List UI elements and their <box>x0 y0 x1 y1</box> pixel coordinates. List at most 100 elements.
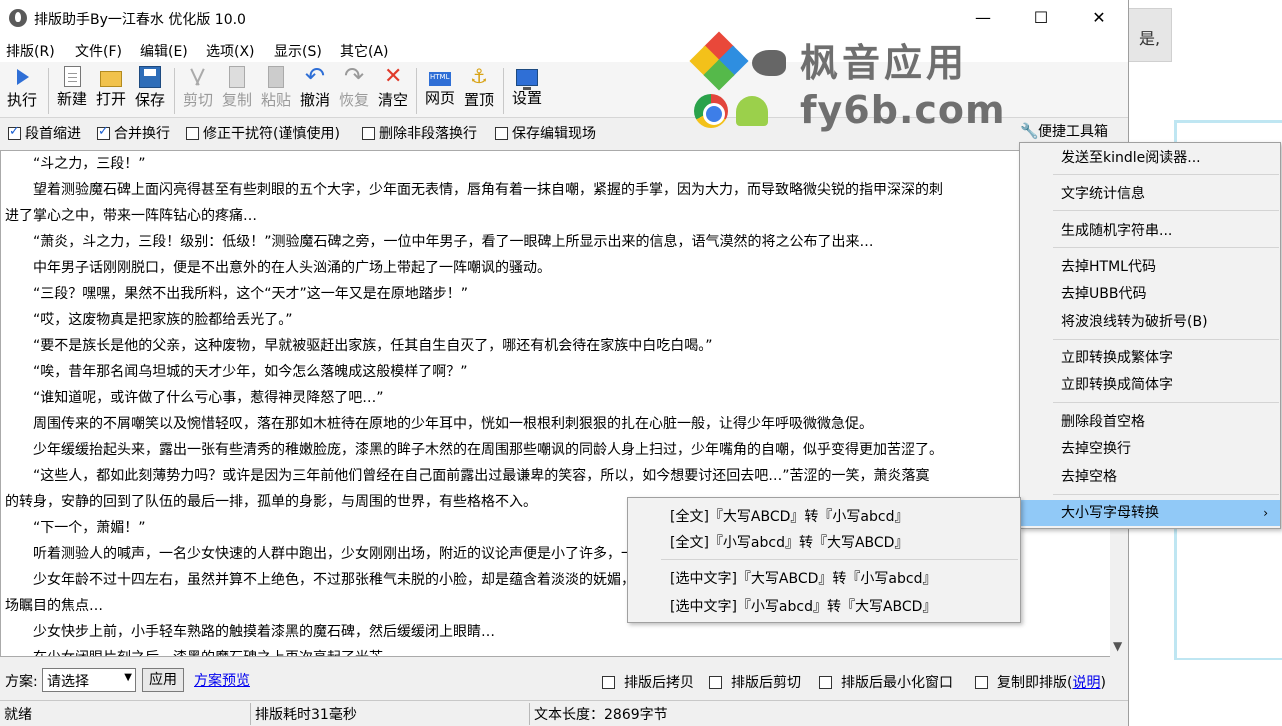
menu-separator <box>1053 174 1279 175</box>
option-label: 删除非段落换行 <box>379 126 477 142</box>
chevron-down-icon[interactable]: ▼ <box>1113 639 1122 653</box>
editor-line: 望着测验魔石碑上面闪亮得甚至有些刺眼的五个大字，少年面无表情，唇角有着一抹自嘲，… <box>5 182 943 198</box>
editor-line: 进了掌心之中，带来一阵阵钻心的疼痛… <box>5 208 257 224</box>
option-delete-nonparagraph-checkbox[interactable]: 删除非段落换行 <box>362 123 477 143</box>
menu-options[interactable]: 选项(X) <box>206 41 255 61</box>
checkbox-label: 排版后最小化窗口 <box>841 675 953 691</box>
editor-line: 中年男子话刚刚脱口，便是不出意外的在人头汹涌的广场上带起了一阵嘲讽的骚动。 <box>5 260 551 276</box>
watermark-name: 枫音应用 <box>800 41 969 85</box>
apply-button[interactable]: 应用 <box>142 668 184 692</box>
redo-button[interactable]: 恢复 <box>336 62 372 116</box>
clear-icon <box>382 64 404 89</box>
minimize-button[interactable]: — <box>954 0 1012 36</box>
menu-item-to-simplified[interactable]: 立即转换成简体字 <box>1020 372 1280 398</box>
submenu-all-upper-to-lower[interactable]: [全文]『大写ABCD』转『小写abcd』 <box>670 506 908 526</box>
copy-after-typeset-checkbox[interactable]: 排版后拷贝 <box>602 672 694 692</box>
editor-line: “哎，这废物真是把家族的脸都给丢光了。” <box>5 312 293 328</box>
desktop-card-text: 是, <box>1139 29 1161 48</box>
menu-item-send-kindle[interactable]: 发送至kindle阅读器... <box>1020 145 1280 171</box>
quick-tools-button[interactable]: 🔧便捷工具箱 <box>1020 121 1108 141</box>
save-button[interactable]: 保存 <box>132 66 168 116</box>
checkbox-icon <box>362 127 375 140</box>
scheme-preview-link[interactable]: 方案预览 <box>194 670 250 690</box>
scheme-select[interactable]: 请选择 ▼ <box>42 668 136 692</box>
help-link[interactable]: 说明 <box>1072 675 1100 691</box>
new-button[interactable]: 新建 <box>54 66 90 116</box>
option-fix-interference-checkbox[interactable]: 修正干扰符(谨慎使用) <box>186 123 340 143</box>
menu-item-tilde-to-dash[interactable]: 将波浪线转为破折号(B) <box>1020 309 1280 335</box>
cut-button[interactable]: 剪切 <box>180 66 216 116</box>
menu-separator <box>661 559 1018 560</box>
open-button[interactable]: 打开 <box>93 66 129 116</box>
checkbox-icon <box>819 676 832 689</box>
scheme-label: 方案: <box>5 674 38 690</box>
checkbox-label: 复制即排版( <box>997 675 1073 691</box>
menu-item-remove-spaces[interactable]: 去掉空格 <box>1020 464 1280 490</box>
menu-item-case-convert[interactable]: 大小写字母转换 › <box>1020 500 1280 526</box>
pin-top-button[interactable]: 置顶 <box>461 64 497 116</box>
copy-label: 复制 <box>221 91 252 109</box>
scheme-bar: 方案: 请选择 ▼ 应用 方案预览 排版后拷贝 排版后剪切 排版后最小化窗口 复制… <box>0 662 1128 698</box>
option-merge-lines-checkbox[interactable]: 合并换行 <box>97 123 170 143</box>
menu-separator <box>1053 247 1279 248</box>
app-logo-icon <box>9 9 27 27</box>
quick-tools-label: 便捷工具箱 <box>1038 124 1108 140</box>
undo-button[interactable]: 撤消 <box>297 62 333 116</box>
paste-label: 粘贴 <box>260 91 291 109</box>
checkbox-icon <box>975 676 988 689</box>
status-divider <box>529 703 530 725</box>
submenu-selection-lower-to-upper[interactable]: [选中文字]『小写abcd』转『大写ABCD』 <box>670 596 936 616</box>
menu-file[interactable]: 文件(F) <box>75 41 122 61</box>
html-icon <box>429 72 451 86</box>
quick-tools-menu: 发送至kindle阅读器... 文字统计信息 生成随机字符串... 去掉HTML… <box>1019 142 1281 529</box>
cut-after-typeset-checkbox[interactable]: 排版后剪切 <box>709 672 801 692</box>
new-document-icon <box>63 66 81 87</box>
editor-line: “三段？嘿嘿，果然不出我所料，这个“天才”这一年又是在原地踏步！” <box>5 286 469 302</box>
editor-line: “要不是族长是他的父亲，这种废物，早就被驱赶出家族，任其自生自灭了，哪还有机会待… <box>5 338 713 354</box>
monitor-icon <box>516 69 538 90</box>
checkbox-checked-icon <box>97 124 110 140</box>
status-ready: 就绪 <box>4 707 32 723</box>
close-button[interactable]: ✕ <box>1070 0 1128 36</box>
watermark-bird-logo <box>752 50 786 76</box>
paste-button[interactable]: 粘贴 <box>258 66 294 116</box>
option-indent-checkbox[interactable]: 段首缩进 <box>8 123 81 143</box>
menu-separator <box>1053 339 1279 340</box>
save-icon <box>139 66 161 88</box>
menu-item-strip-html[interactable]: 去掉HTML代码 <box>1020 254 1280 280</box>
submenu-selection-upper-to-lower[interactable]: [选中文字]『大写ABCD』转『小写abcd』 <box>670 568 936 588</box>
menu-item-strip-ubb[interactable]: 去掉UBB代码 <box>1020 281 1280 307</box>
checkbox-label: 排版后拷贝 <box>624 675 694 691</box>
case-convert-submenu: [全文]『大写ABCD』转『小写abcd』 [全文]『小写abcd』转『大写AB… <box>627 497 1021 623</box>
typeset-on-copy-checkbox[interactable]: 复制即排版(说明) <box>975 672 1106 692</box>
web-button[interactable]: 网页 <box>422 66 458 116</box>
toolbar-separator <box>48 68 49 114</box>
menu-edit[interactable]: 编辑(E) <box>140 41 188 61</box>
minimize-after-typeset-checkbox[interactable]: 排版后最小化窗口 <box>819 672 953 692</box>
editor-line: 周围传来的不屑嘲笑以及惋惜轻叹，落在那如木桩待在原地的少年耳中，恍如一根根利刺狠… <box>5 416 873 432</box>
editor-line: 在少女闭眼片刻之后，漆黑的魔石碑之上再次亮起了光芒… <box>5 647 397 656</box>
menu-item-text-stats[interactable]: 文字统计信息 <box>1020 181 1280 207</box>
redo-label: 恢复 <box>338 91 369 109</box>
editor-line: 少女快步上前，小手轻车熟路的触摸着漆黑的魔石碑，然后缓缓闭上眼睛… <box>5 624 495 640</box>
menu-typeset[interactable]: 排版(R) <box>6 41 55 61</box>
menu-item-delete-leading-spaces[interactable]: 删除段首空格 <box>1020 409 1280 435</box>
menu-view[interactable]: 显示(S) <box>274 41 322 61</box>
toolbar-separator <box>416 68 417 114</box>
option-save-session-checkbox[interactable]: 保存编辑现场 <box>495 123 596 143</box>
menu-item-remove-empty-lines[interactable]: 去掉空换行 <box>1020 436 1280 462</box>
checkbox-checked-icon <box>8 124 21 140</box>
editor-line: “谁知道呢，或许做了什么亏心事，惹得神灵降怒了吧…” <box>5 390 384 406</box>
settings-button[interactable]: 设置 <box>509 66 545 116</box>
menu-item-to-traditional[interactable]: 立即转换成繁体字 <box>1020 345 1280 371</box>
chevron-down-icon: ▼ <box>124 672 132 683</box>
maximize-button[interactable]: ☐ <box>1012 0 1070 36</box>
copy-button[interactable]: 复制 <box>219 66 255 116</box>
status-divider <box>250 703 251 725</box>
folder-open-icon <box>100 71 122 87</box>
clear-button[interactable]: 清空 <box>375 64 411 116</box>
menu-item-random-string[interactable]: 生成随机字符串... <box>1020 218 1280 244</box>
menu-other[interactable]: 其它(A) <box>340 41 389 61</box>
run-button[interactable]: 执行 <box>4 66 40 116</box>
submenu-all-lower-to-upper[interactable]: [全文]『小写abcd』转『大写ABCD』 <box>670 532 908 552</box>
